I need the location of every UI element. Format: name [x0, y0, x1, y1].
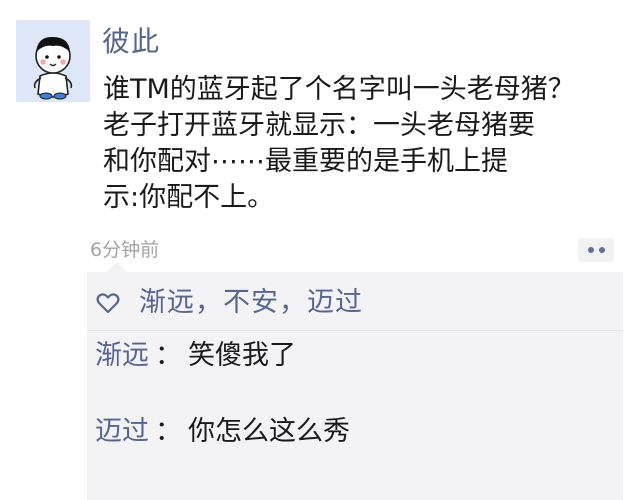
content-line: 谁TM的蓝牙起了个名字叫一头老母猪？ [103, 74, 575, 105]
liked-by-names[interactable]: 渐远，不安，迈过 [139, 286, 363, 320]
comment-author[interactable]: 迈过 [95, 414, 149, 450]
post-meta-row: 6分钟前 [90, 238, 630, 266]
comment-text: 你怎么这么秀 [188, 416, 350, 447]
interaction-panel: 渐远，不安，迈过 渐远 ： 笑傻我了 [87, 262, 623, 500]
more-button[interactable] [578, 238, 614, 262]
comment-text: 笑傻我了 [188, 340, 296, 371]
more-dots-icon [598, 247, 605, 253]
author-name[interactable]: 彼此 [102, 24, 160, 60]
post-time: 6分钟前 [90, 239, 160, 261]
more-dots-icon [587, 247, 594, 253]
heart-outline-icon [96, 293, 120, 314]
post-content: 谁TM的蓝牙起了个名字叫一头老母猪？ 老子打开蓝牙就显示：一头老母猪要 和你配对… [103, 72, 623, 216]
comment-colon: ： [155, 416, 182, 447]
comment-item[interactable]: 渐远 ： 笑傻我了 [95, 336, 296, 376]
comment-author[interactable]: 渐远 [95, 338, 149, 374]
avatar[interactable] [16, 20, 90, 102]
content-line: 和你配对⋯⋯最重要的是手机上提 [103, 146, 508, 177]
content-line: 示:你配不上。 [103, 182, 275, 213]
likes-row: 渐远，不安，迈过 [95, 286, 363, 320]
content-line: 老子打开蓝牙就显示：一头老母猪要 [103, 110, 535, 141]
divider [87, 330, 623, 331]
cartoon-boy-avatar-icon [33, 36, 73, 100]
comment-colon: ： [155, 340, 182, 371]
comment-item[interactable]: 迈过 ： 你怎么这么秀 [95, 412, 350, 452]
